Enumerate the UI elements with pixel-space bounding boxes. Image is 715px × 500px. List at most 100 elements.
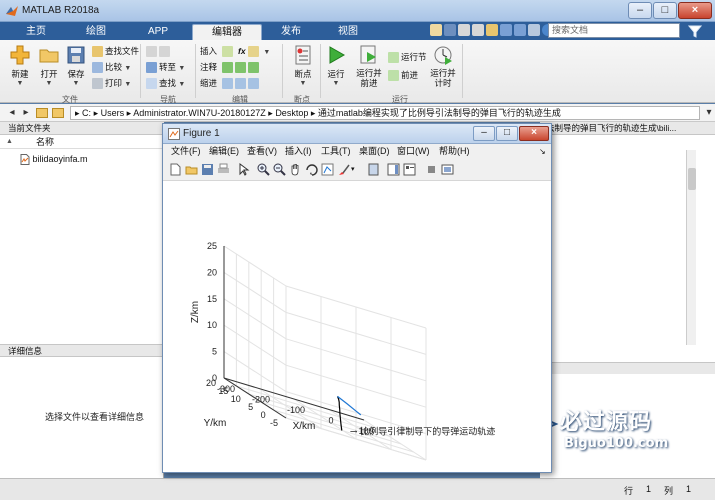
figure-maximize-button[interactable]: □: [496, 126, 518, 141]
menu-file[interactable]: 文件(F): [171, 144, 201, 159]
editor-tab-title[interactable]: 法制导的弹目飞行的轨迹生成\bili...: [540, 122, 715, 135]
goto-button[interactable]: 转至 ▼: [146, 60, 185, 74]
path-segment[interactable]: 通过matlab编程实现了比例导引法制导的弹目飞行的轨迹生成: [318, 108, 561, 118]
z-tick-label: 15: [207, 294, 217, 304]
indent-button[interactable]: 缩进: [200, 76, 261, 90]
switch-windows-icon[interactable]: [528, 24, 540, 36]
search-documentation-input[interactable]: 搜索文档: [548, 23, 680, 38]
list-item[interactable]: bilidaoyinfa.m: [20, 154, 88, 166]
wall-grid-line: [223, 245, 287, 287]
tab-editor[interactable]: 编辑器: [192, 24, 262, 40]
colorbar-icon[interactable]: [387, 163, 400, 176]
menu-edit[interactable]: 编辑(E): [209, 144, 239, 159]
new-icon[interactable]: [430, 24, 442, 36]
comment-button[interactable]: 注释: [200, 60, 261, 74]
run-and-advance-button[interactable]: 运行并 前进: [352, 44, 386, 88]
up-folder-icon[interactable]: [36, 108, 48, 118]
show-plot-tools-icon[interactable]: [441, 163, 454, 176]
brush-icon[interactable]: [337, 163, 350, 176]
path-segment[interactable]: C:: [82, 108, 91, 118]
select-arrow-icon[interactable]: [237, 163, 250, 176]
print-figure-icon[interactable]: [217, 163, 230, 176]
scrollbar-thumb[interactable]: [688, 168, 696, 190]
run-and-time-button[interactable]: 运行并 计时: [428, 44, 458, 88]
back-arrow-icon[interactable]: ◂: [6, 107, 18, 119]
maximize-button[interactable]: □: [653, 2, 677, 19]
address-dropdown-chevron-icon[interactable]: ▾: [703, 107, 715, 119]
filter-icon[interactable]: [688, 24, 702, 38]
cut-icon[interactable]: [458, 24, 470, 36]
redo-icon[interactable]: [514, 24, 526, 36]
find-files-button[interactable]: 查找文件: [92, 44, 139, 58]
new-figure-icon[interactable]: [169, 163, 182, 176]
link-plot-icon[interactable]: [367, 163, 380, 176]
z-tick-label: 25: [207, 241, 217, 251]
open-file-icon[interactable]: [185, 163, 198, 176]
figure-title-bar[interactable]: Figure 1 – □ ×: [163, 124, 551, 144]
save-button[interactable]: 保存 ▼: [64, 44, 88, 87]
copy-icon[interactable]: [472, 24, 484, 36]
figure-minimize-button[interactable]: –: [473, 126, 495, 141]
forward-arrow-icon[interactable]: ▸: [20, 107, 32, 119]
undo-icon[interactable]: [500, 24, 512, 36]
tab-plots[interactable]: 绘图: [66, 24, 126, 40]
target-trajectory-line: [337, 395, 362, 416]
run-advance-label: 运行并 前进: [356, 68, 382, 88]
menu-desktop[interactable]: 桌面(D): [359, 144, 390, 159]
path-segment[interactable]: Desktop: [275, 108, 308, 118]
ribbon-divider: [195, 44, 196, 98]
pan-hand-icon[interactable]: [289, 163, 302, 176]
menu-window[interactable]: 窗口(W): [397, 144, 430, 159]
path-input[interactable]: ▸ C: ▸ Users ▸ Administrator.WIN7U-20180…: [70, 106, 700, 120]
path-separator: ▸: [268, 108, 273, 118]
tab-apps[interactable]: APP: [128, 24, 188, 40]
close-button[interactable]: ×: [678, 2, 712, 19]
wall-grid-line: [223, 271, 287, 313]
tab-view[interactable]: 视图: [320, 24, 376, 40]
save-figure-icon[interactable]: [201, 163, 214, 176]
hide-plot-tools-icon[interactable]: [425, 163, 438, 176]
paste-icon[interactable]: [486, 24, 498, 36]
menu-tools[interactable]: 工具(T): [321, 144, 351, 159]
figure-close-button[interactable]: ×: [519, 126, 549, 141]
run-section-button[interactable]: 运行节: [388, 50, 427, 64]
path-separator: ▸: [93, 108, 99, 118]
path-segment[interactable]: Administrator.WIN7U-20180127Z: [133, 108, 266, 118]
rotate-3d-icon[interactable]: [305, 163, 318, 176]
figure-window[interactable]: Figure 1 – □ × 文件(F) 编辑(E) 查看(V) 插入(I) 工…: [162, 123, 552, 473]
browse-folder-icon[interactable]: [52, 108, 64, 118]
back-arrow-icon: [146, 46, 157, 58]
figure-canvas[interactable]: -300 -200 -100 0 100 -5 0 5 10 15 20 0 5 10 15 20 25 X/km…: [163, 181, 551, 472]
new-button[interactable]: 新建 ▼: [6, 44, 34, 87]
fx-button[interactable]: fx ▼: [238, 44, 270, 58]
insert-button[interactable]: 插入: [200, 44, 235, 58]
menu-insert[interactable]: 插入(I): [285, 144, 312, 159]
undock-arrow-icon[interactable]: ↘: [539, 144, 546, 159]
compare-button[interactable]: 比较 ▼: [92, 60, 131, 74]
zoom-out-icon[interactable]: [273, 163, 286, 176]
run-button[interactable]: 运行 ▼: [324, 44, 348, 87]
file-list-header[interactable]: ▲ 名称: [0, 135, 164, 149]
advance-button[interactable]: 前进: [388, 68, 418, 82]
save-icon[interactable]: [444, 24, 456, 36]
legend-icon[interactable]: [403, 163, 416, 176]
goto-icon: [146, 62, 157, 74]
vertical-scrollbar[interactable]: [686, 150, 696, 345]
data-cursor-icon[interactable]: [321, 163, 334, 176]
back-forward-buttons[interactable]: [146, 44, 172, 58]
zoom-in-icon[interactable]: [257, 163, 270, 176]
menu-help[interactable]: 帮助(H): [439, 144, 470, 159]
breakpoints-button[interactable]: 断点 ▼: [288, 44, 318, 87]
find-button[interactable]: 查找 ▼: [146, 76, 185, 90]
tab-home[interactable]: 主页: [8, 24, 64, 40]
open-button[interactable]: 打开 ▼: [36, 44, 62, 87]
smart-indent-icon: [222, 78, 234, 90]
chevron-down-icon[interactable]: ▾: [351, 163, 364, 176]
menu-view[interactable]: 查看(V): [247, 144, 277, 159]
plot-3d-axes[interactable]: -300-200-1000100-5051015200510152025X/km…: [163, 181, 551, 472]
print-button[interactable]: 打印 ▼: [92, 76, 131, 90]
minimize-button[interactable]: –: [628, 2, 652, 19]
path-segment[interactable]: Users: [101, 108, 125, 118]
name-column-header[interactable]: 名称: [36, 135, 54, 149]
tab-publish[interactable]: 发布: [264, 24, 318, 40]
